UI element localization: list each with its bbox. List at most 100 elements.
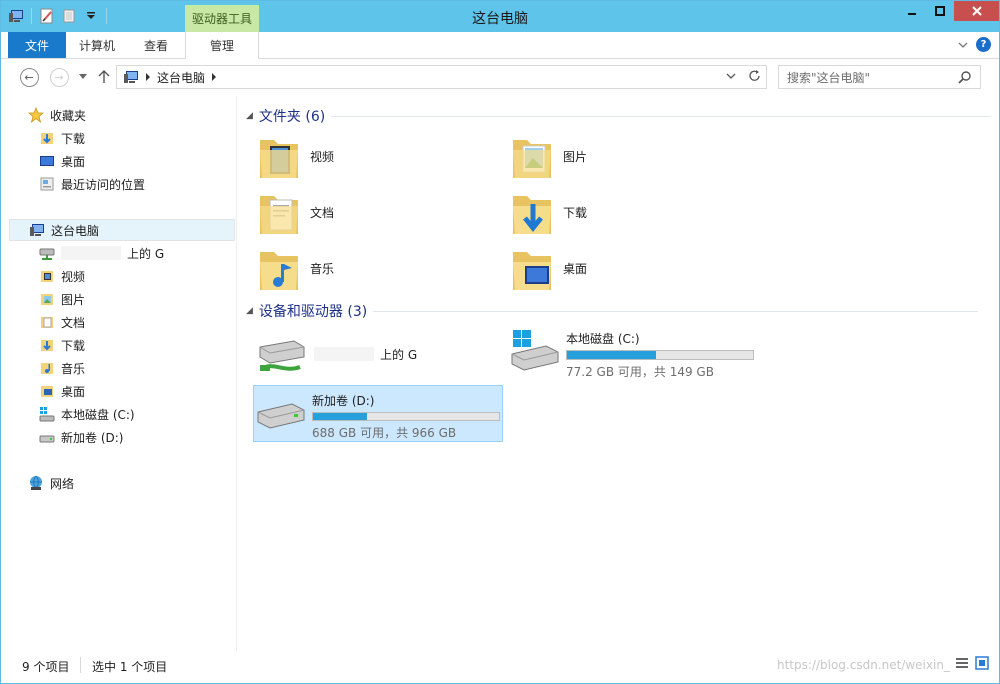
nav-drive-d[interactable]: 新加卷 (D:): [39, 426, 123, 448]
up-arrow-icon: [98, 70, 110, 83]
folder-label: 桌面: [563, 261, 588, 276]
folder-videos[interactable]: 视频: [258, 131, 334, 181]
tab-file[interactable]: 文件: [8, 32, 66, 58]
network-drive-g[interactable]: 上的 G: [256, 329, 496, 379]
up-button[interactable]: [94, 67, 114, 87]
network-drive-icon: [259, 340, 305, 371]
forward-arrow-icon: →: [49, 67, 69, 87]
help-icon[interactable]: ?: [976, 37, 991, 52]
recent-locations-button[interactable]: [73, 67, 93, 87]
redacted-label: [61, 246, 121, 260]
download-folder-icon: [41, 340, 53, 351]
nav-music[interactable]: 音乐: [39, 357, 85, 379]
computer-icon: [124, 71, 138, 83]
pictures-folder-icon: [513, 140, 551, 178]
quick-access-toolbar: [7, 7, 109, 25]
search-box[interactable]: 搜索"这台电脑": [778, 65, 981, 89]
nav-this-pc[interactable]: 这台电脑: [9, 219, 235, 241]
download-folder-icon: [41, 133, 53, 144]
capacity-bar: [312, 412, 500, 421]
nav-downloads[interactable]: 下载: [39, 334, 85, 356]
folder-downloads[interactable]: 下载: [511, 187, 587, 237]
nav-favorites[interactable]: 收藏夹: [28, 104, 86, 126]
watermark-text: https://blog.csdn.net/weixin_: [777, 658, 950, 672]
folder-desktop[interactable]: 桌面: [511, 243, 587, 293]
collapse-icon[interactable]: ◢: [246, 111, 253, 121]
folder-label: 文档: [310, 205, 335, 220]
nav-favorites-desktop[interactable]: 桌面: [39, 150, 85, 172]
group-title: 文件夹 (6): [258, 109, 326, 125]
drive-c[interactable]: 本地磁盘 (C:) 77.2 GB 可用，共 149 GB: [510, 326, 760, 380]
music-folder-icon: [41, 363, 53, 374]
tab-manage[interactable]: 管理: [185, 32, 259, 59]
toolbar-separator: [106, 8, 107, 24]
minimize-button[interactable]: [898, 1, 926, 21]
folder-label: 音乐: [310, 261, 335, 276]
chevron-right-icon[interactable]: [145, 73, 151, 81]
drive-d[interactable]: 新加卷 (D:) 688 GB 可用，共 966 GB: [253, 385, 503, 442]
nav-label: 视频: [61, 269, 86, 284]
nav-label: 桌面: [61, 384, 86, 399]
breadcrumb-this-pc[interactable]: 这台电脑: [157, 69, 205, 86]
expand-ribbon-icon[interactable]: [958, 41, 968, 49]
close-button[interactable]: [954, 1, 999, 21]
group-divider: [331, 115, 992, 117]
drive-label: 上的 G: [380, 347, 418, 362]
large-icons-view-icon[interactable]: [975, 656, 989, 670]
nav-documents[interactable]: 文档: [39, 311, 85, 333]
back-button[interactable]: ←: [19, 67, 39, 87]
nav-network-drive[interactable]: 上的 G: [39, 242, 164, 264]
drive-info: 新加卷 (D:) 688 GB 可用，共 966 GB: [312, 392, 500, 441]
nav-desktop[interactable]: 桌面: [39, 380, 85, 402]
capacity-fill: [313, 413, 367, 420]
explorer-window: 驱动器工具 这台电脑 文件 计算机 查看 管理 ? ← → 这台电脑 搜索"这台…: [0, 0, 1000, 684]
maximize-button[interactable]: [926, 1, 954, 21]
window-controls: [898, 1, 999, 21]
nav-label: 文档: [61, 315, 86, 330]
details-view-icon[interactable]: [955, 656, 969, 670]
chevron-down-icon: [79, 74, 87, 79]
navigation-pane: 收藏夹 下载 桌面 最近访问的位置 这台电脑 上的 G 视频 图片 文档 下载 …: [1, 96, 237, 651]
drive-label: 本地磁盘 (C:): [566, 332, 640, 346]
folder-music[interactable]: 音乐: [258, 243, 334, 293]
search-icon[interactable]: [958, 70, 972, 84]
folder-pictures[interactable]: 图片: [511, 131, 587, 181]
folder-documents[interactable]: 文档: [258, 187, 334, 237]
drive-icon: [257, 403, 305, 429]
drive-label: 新加卷 (D:): [312, 394, 375, 408]
collapse-icon[interactable]: ◢: [246, 306, 253, 316]
nav-videos[interactable]: 视频: [39, 265, 85, 287]
drive-info: 本地磁盘 (C:) 77.2 GB 可用，共 149 GB: [566, 330, 754, 380]
nav-label: 新加卷 (D:): [61, 430, 124, 445]
nav-pictures[interactable]: 图片: [39, 288, 85, 310]
refresh-icon[interactable]: [748, 69, 762, 83]
tab-computer[interactable]: 计算机: [67, 32, 127, 58]
nav-network[interactable]: 网络: [28, 472, 74, 494]
address-dropdown-icon[interactable]: [726, 72, 736, 80]
tab-view[interactable]: 查看: [129, 32, 183, 58]
devices-group-header[interactable]: ◢ 设备和驱动器 (3): [246, 301, 979, 321]
star-icon: [28, 107, 44, 123]
folders-group-header[interactable]: ◢ 文件夹 (6): [246, 106, 992, 126]
pictures-folder-icon: [41, 294, 53, 305]
nav-favorites-recent[interactable]: 最近访问的位置: [39, 173, 145, 195]
title-bar[interactable]: 驱动器工具 这台电脑: [1, 1, 999, 32]
nav-label: 下载: [61, 131, 86, 146]
toolbar-separator: [31, 8, 32, 24]
nav-label: 上的 G: [127, 246, 165, 261]
new-folder-icon[interactable]: [60, 7, 78, 25]
properties-icon[interactable]: [38, 7, 56, 25]
item-count: 9 个项目: [22, 660, 70, 674]
desktop-folder-icon: [513, 252, 551, 290]
chevron-right-icon[interactable]: [211, 73, 217, 81]
forward-button[interactable]: →: [49, 67, 69, 87]
status-separator: [80, 657, 81, 673]
customize-toolbar-icon[interactable]: [82, 7, 100, 25]
nav-drive-c[interactable]: 本地磁盘 (C:): [39, 403, 135, 425]
nav-favorites-downloads[interactable]: 下载: [39, 127, 85, 149]
address-bar[interactable]: 这台电脑: [116, 65, 767, 89]
group-divider: [373, 310, 979, 312]
free-space-text: 688 GB 可用，共 966 GB: [312, 426, 457, 440]
computer-icon[interactable]: [7, 7, 25, 25]
download-folder-icon: [513, 196, 551, 234]
